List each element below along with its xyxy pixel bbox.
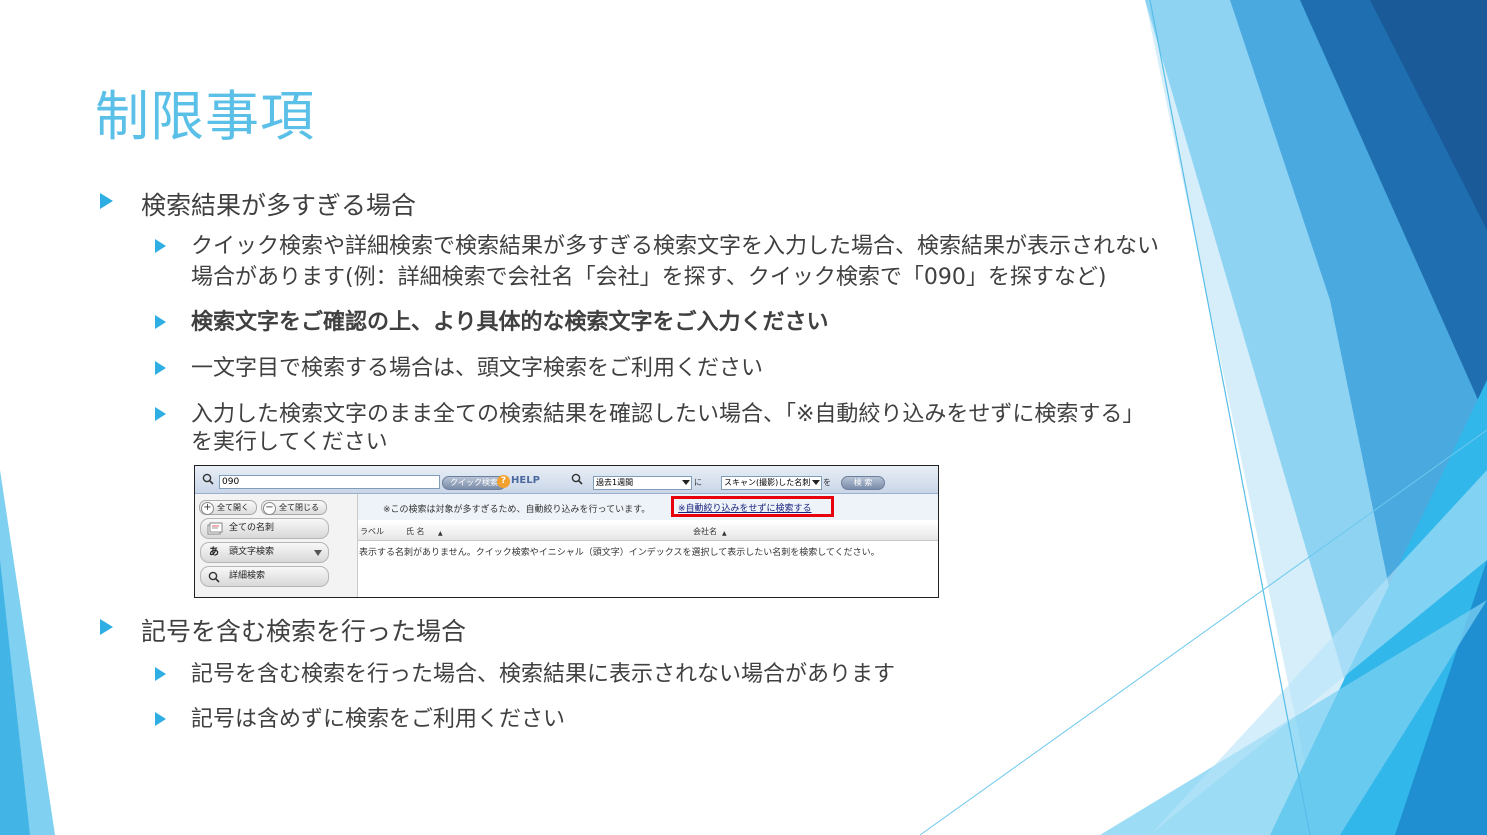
plus-icon: + [201, 502, 214, 515]
help-icon[interactable]: ? [497, 475, 510, 488]
all-cards-button[interactable]: 全ての名刺 [200, 518, 329, 539]
bullet-arrow-icon [100, 193, 113, 209]
chevron-down-icon [314, 550, 322, 556]
expand-all-button[interactable]: + 全て開く [199, 500, 257, 515]
search-toolbar: 090 クイック検索 ? HELP 過去1週間 に スキャン(撮影)した名刺 を… [195, 466, 938, 494]
slide: 制限事項 検索結果が多すぎる場合 クイック検索や詳細検索で検索結果が多すぎる検索… [0, 0, 1487, 835]
bullet-item: 記号を含む検索を行った場合、検索結果に表示されない場合があります [155, 659, 1295, 690]
minus-icon: − [263, 502, 276, 515]
bullet-arrow-icon [155, 315, 166, 329]
sidebar: + 全て開く − 全て閉じる 全ての名刺 あ 頭文字検索 詳細検索 [195, 494, 358, 597]
help-link[interactable]: HELP [511, 475, 540, 486]
embedded-search-screenshot: 090 クイック検索 ? HELP 過去1週間 に スキャン(撮影)した名刺 を… [194, 465, 939, 598]
chevron-down-icon [682, 480, 690, 485]
detail-search-button[interactable]: 詳細検索 [200, 566, 329, 587]
initial-search-button[interactable]: あ 頭文字検索 [200, 542, 329, 563]
bullet-arrow-icon [100, 619, 113, 635]
collapse-all-button[interactable]: − 全て閉じる [261, 500, 327, 515]
sort-asc-icon: ▲ [722, 530, 727, 537]
initial-icon: あ [209, 547, 219, 558]
slide-title: 制限事項 [95, 85, 315, 148]
bullet-item: 検索文字をご確認の上、より具体的な検索文字をご入力ください [155, 307, 1295, 338]
bullet-arrow-icon [155, 239, 166, 253]
period-select[interactable]: 過去1週間 [593, 476, 692, 490]
bullet-item: 記号は含めずに検索をご利用ください [155, 704, 1295, 735]
no-filter-search-link[interactable]: ※自動絞り込みをせずに検索する [678, 501, 812, 514]
bullet-item: 一文字目で検索する場合は、頭文字検索をご利用ください [155, 353, 1295, 384]
target-select[interactable]: スキャン(撮影)した名刺 [721, 476, 822, 490]
section-heading-2: 記号を含む検索を行った場合 [100, 612, 466, 648]
bullet-item: 入力した検索文字のまま全ての検索結果を確認したい場合、「※自動絞り込みをせずに検… [155, 399, 1295, 458]
bullet-arrow-icon [155, 667, 166, 681]
sort-asc-icon: ▲ [438, 530, 443, 537]
search-icon [202, 473, 214, 485]
filter-message: ※この検索は対象が多すぎるため、自動絞り込みを行っています。 [383, 505, 651, 515]
bullet-item: クイック検索や詳細検索で検索結果が多すぎる検索文字を入力した場合、検索結果が表示… [155, 231, 1295, 293]
column-label[interactable]: ラベル [360, 526, 384, 537]
ni-label: に [694, 478, 702, 487]
card-stack-icon [207, 522, 223, 535]
section-heading-1: 検索結果が多すぎる場合 [100, 186, 416, 222]
search-button[interactable]: 検 索 [841, 476, 885, 490]
chevron-down-icon [812, 480, 820, 485]
bullet-arrow-icon [155, 361, 166, 375]
filter-message-bar: ※この検索は対象が多すぎるため、自動絞り込みを行っています。 [358, 494, 938, 520]
search-icon [571, 473, 583, 485]
column-company[interactable]: 会社名 [693, 526, 717, 537]
result-column-header: ラベル 氏 名 ▲ 会社名 ▲ [358, 522, 938, 541]
quick-search-input[interactable]: 090 [219, 475, 440, 489]
wo-label: を [823, 478, 831, 487]
bullet-arrow-icon [155, 712, 166, 726]
search-icon [208, 571, 220, 583]
empty-result-message: 表示する名刺がありません。クイック検索やイニシャル（頭文字）インデックスを選択し… [359, 548, 880, 558]
bullet-arrow-icon [155, 407, 166, 421]
column-name[interactable]: 氏 名 [406, 526, 425, 537]
